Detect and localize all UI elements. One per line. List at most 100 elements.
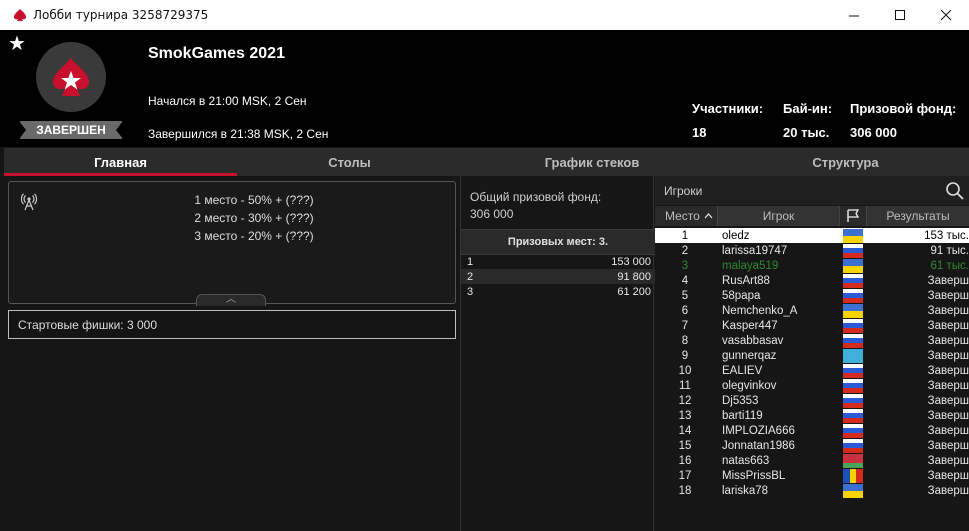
player-name: MissPrissBL	[722, 469, 786, 482]
column-place-label: Место	[665, 209, 700, 223]
country-flag-icon	[840, 363, 866, 378]
player-place: 1	[681, 229, 689, 242]
column-country[interactable]	[840, 209, 866, 223]
column-player[interactable]: Игрок	[717, 206, 840, 226]
player-row[interactable]: 8 vasabbasav Заверш	[655, 333, 969, 348]
sort-ascending-icon	[704, 213, 713, 219]
player-row[interactable]: 2 larissa19747 91 тыс.	[655, 243, 969, 258]
prize-pool-value: 306 000	[850, 125, 897, 140]
player-row[interactable]: 4 RusArt88 Заверш	[655, 273, 969, 288]
player-row[interactable]: 9 gunnerqaz Заверш	[655, 348, 969, 363]
country-flag-icon	[840, 273, 866, 288]
player-place: 16	[678, 454, 692, 467]
players-column-headers: Место Игрок Результаты	[655, 206, 969, 226]
player-result: 91 тыс.	[930, 244, 969, 257]
close-button[interactable]	[923, 0, 969, 30]
player-result: Заверш	[927, 409, 969, 422]
column-place[interactable]: Место	[655, 209, 717, 223]
player-row[interactable]: 1 oledz 153 тыс.	[655, 228, 969, 243]
player-result: Заверш	[927, 364, 969, 377]
total-prize-pool-label: Общий призовой фонд:	[470, 190, 602, 204]
player-row[interactable]: 17 MissPrissBL Заверш	[655, 468, 969, 483]
entrants-label: Участники:	[692, 101, 764, 116]
country-flag-icon	[840, 243, 866, 258]
players-header: Игроки	[655, 176, 969, 205]
minimize-button[interactable]	[831, 0, 877, 30]
player-row[interactable]: 11 olegvinkov Заверш	[655, 378, 969, 393]
player-place: 10	[678, 364, 692, 377]
country-flag-icon	[840, 483, 866, 498]
player-result: Заверш	[927, 334, 969, 347]
maximize-button[interactable]	[877, 0, 923, 30]
players-panel: Игроки Место Игрок Результаты 1 oledz 153 …	[655, 176, 969, 531]
players-title: Игроки	[664, 184, 703, 198]
country-flag-icon	[840, 228, 866, 243]
player-place: 6	[681, 304, 689, 317]
player-name: IMPLOZIA666	[722, 424, 795, 437]
player-name: EALIEV	[722, 364, 763, 377]
status-badge: ЗАВЕРШЕН	[19, 121, 123, 139]
player-place: 14	[678, 424, 692, 437]
country-flag-icon	[840, 393, 866, 408]
buyin-value: 20 тыс.	[783, 125, 830, 140]
country-flag-icon	[840, 303, 866, 318]
player-name: Dj5353	[722, 394, 759, 407]
tab-main[interactable]: Главная	[4, 148, 237, 176]
player-place: 15	[678, 439, 692, 452]
prize-amount: 61 200	[617, 285, 651, 298]
player-result: 153 тыс.	[924, 229, 969, 242]
country-flag-icon	[840, 408, 866, 423]
close-icon	[940, 9, 951, 20]
player-place: 12	[678, 394, 692, 407]
country-flag-icon	[840, 318, 866, 333]
player-row[interactable]: 13 barti119 Заверш	[655, 408, 969, 423]
country-flag-icon	[840, 423, 866, 438]
starting-chips: Стартовые фишки: 3 000	[8, 310, 456, 339]
prize-place: 3	[467, 285, 474, 298]
tab-stack-chart[interactable]: График стеков	[462, 148, 722, 176]
player-row[interactable]: 3 malaya519 61 тыс.	[655, 258, 969, 273]
player-row[interactable]: 10 EALIEV Заверш	[655, 363, 969, 378]
player-name: Nemchenko_A	[722, 304, 798, 317]
tab-structure[interactable]: Структура	[722, 148, 969, 176]
player-row[interactable]: 18 lariska78 Заверш	[655, 483, 969, 498]
player-place: 13	[678, 409, 692, 422]
country-flag-icon	[840, 333, 866, 348]
player-place: 17	[678, 469, 692, 482]
prize-place: 1	[467, 255, 474, 268]
player-result: Заверш	[927, 274, 969, 287]
player-row[interactable]: 12 Dj5353 Заверш	[655, 393, 969, 408]
player-name: olegvinkov	[722, 379, 777, 392]
player-row[interactable]: 6 Nemchenko_A Заверш	[655, 303, 969, 318]
player-name: 58papa	[722, 289, 761, 302]
prize-row: 2 91 800	[461, 269, 655, 284]
tab-tables[interactable]: Столы	[237, 148, 462, 176]
favorite-star-icon[interactable]: ★	[8, 34, 26, 54]
entrants-value: 18	[692, 125, 707, 140]
player-result: Заверш	[927, 424, 969, 437]
search-icon[interactable]	[945, 181, 965, 201]
start-time: Начался в 21:00 MSK, 2 Сен	[148, 94, 307, 108]
player-place: 18	[678, 484, 692, 497]
player-name: vasabbasav	[722, 334, 784, 347]
collapse-chevron-icon[interactable]: ︿	[196, 294, 266, 306]
country-flag-icon	[840, 348, 866, 363]
column-results[interactable]: Результаты	[866, 206, 969, 226]
tournament-name: SmokGames 2021	[148, 45, 285, 62]
total-prize-pool-value: 306 000	[470, 207, 514, 221]
minimize-icon	[848, 15, 859, 16]
player-place: 9	[681, 349, 689, 362]
player-row[interactable]: 16 natas663 Заверш	[655, 453, 969, 468]
player-result: Заверш	[927, 454, 969, 467]
player-row[interactable]: 5 58papa Заверш	[655, 288, 969, 303]
player-row[interactable]: 15 Jonnatan1986 Заверш	[655, 438, 969, 453]
tournament-logo	[36, 42, 106, 112]
player-result: Заверш	[927, 439, 969, 452]
spade-star-icon	[53, 58, 89, 96]
tournament-lobby-window: Лобби турнира 3258729375 ★ ЗАВЕРШЕН Smok…	[0, 0, 969, 531]
buyin-label: Бай-ин:	[783, 101, 833, 116]
player-result: Заверш	[927, 394, 969, 407]
player-row[interactable]: 7 Kasper447 Заверш	[655, 318, 969, 333]
player-name: RusArt88	[722, 274, 770, 287]
player-row[interactable]: 14 IMPLOZIA666 Заверш	[655, 423, 969, 438]
